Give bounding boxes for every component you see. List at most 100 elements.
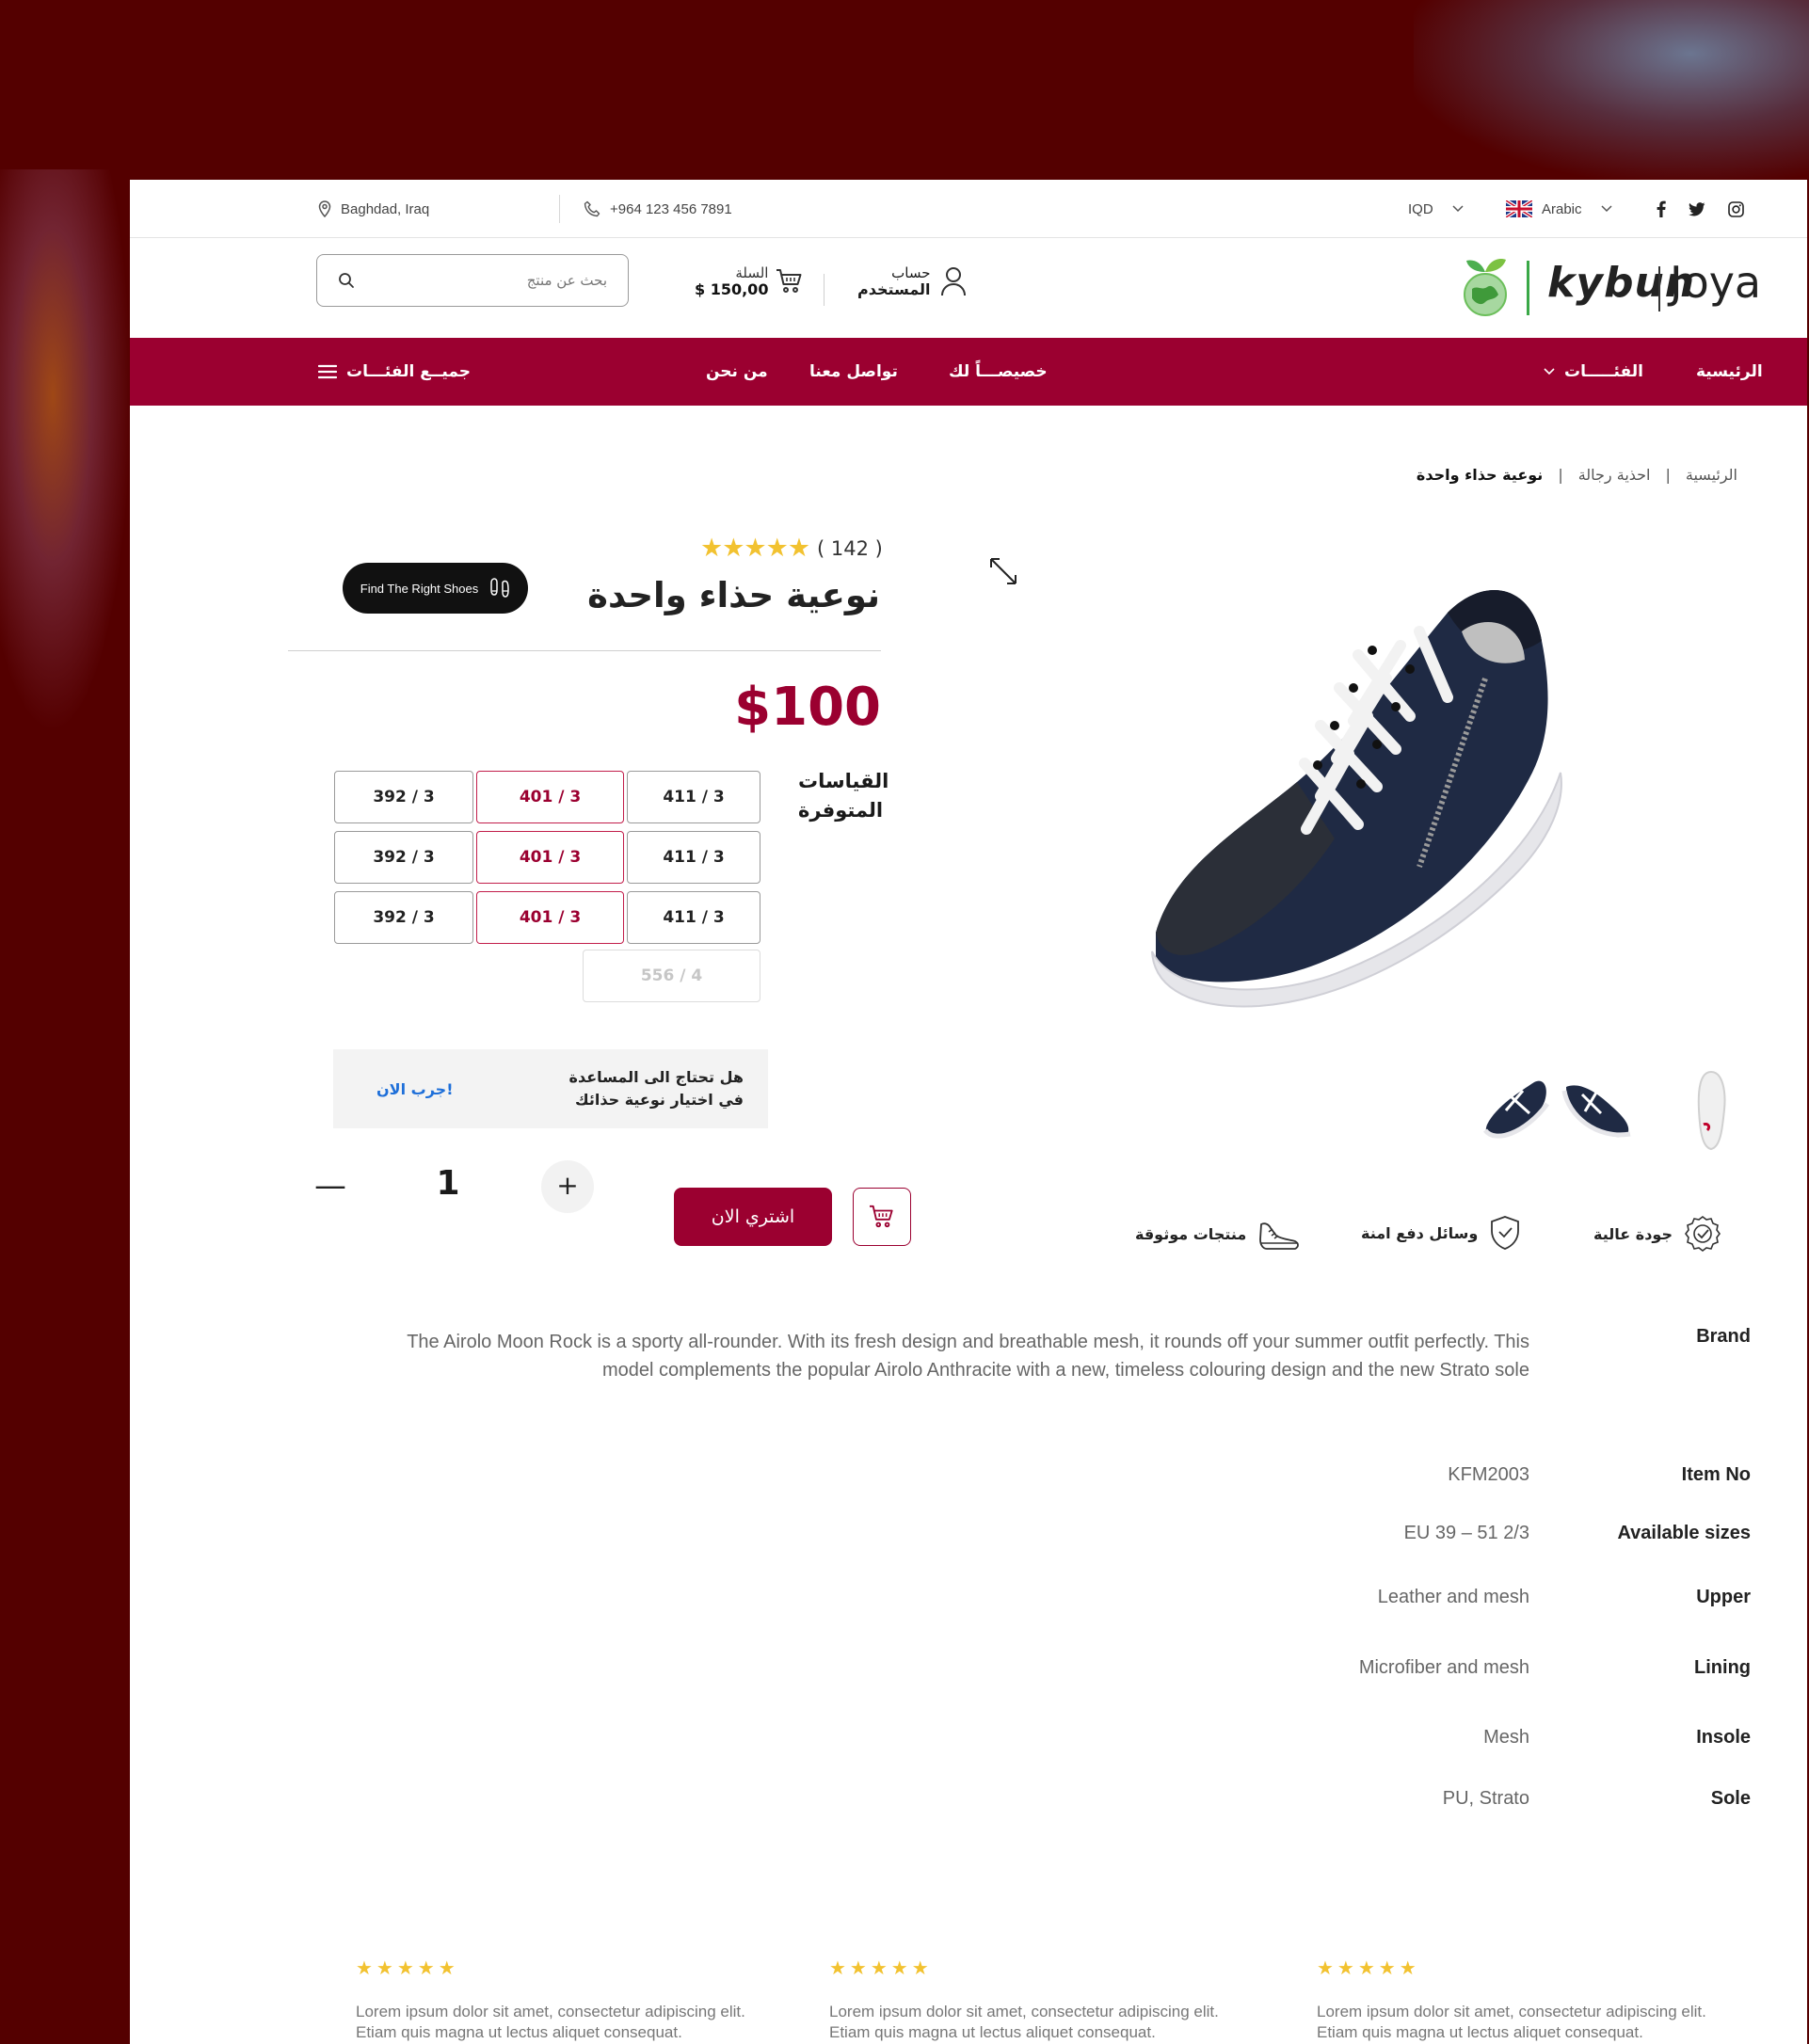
size-option-selected[interactable]: 401 / 3 [476,831,624,884]
size-option-disabled: 556 / 4 [583,950,760,1002]
product-title: نوعية حذاء واحدة [587,575,880,615]
review-stars: ★★★★★ [356,1956,459,1979]
try-now-link[interactable]: جرب الان! [376,1080,453,1098]
review-card: ★★★★★ Lorem ipsum dolor sit amet, consec… [356,1956,770,2043]
size-option[interactable]: 392 / 3 [334,831,473,884]
thumbnail-image[interactable] [1478,1068,1553,1153]
globe-logo-icon [1459,248,1512,323]
spec-lining-value: Microfiber and mesh [1358,1657,1529,1678]
find-right-shoes-button[interactable]: Find The Right Shoes [343,563,528,614]
social-links [1657,180,1744,238]
spec-item-no-value: KFM2003 [1448,1464,1529,1485]
top-bar: Baghdad, Iraq +964 123 456 7891 IQD Arab… [130,180,1807,238]
browser-page: Baghdad, Iraq +964 123 456 7891 IQD Arab… [130,180,1807,2044]
account-line2: المستخدم [857,280,931,298]
nav-categories[interactable]: الفئـــــات [1544,338,1643,406]
size-option-selected[interactable]: 401 / 3 [476,771,624,823]
logo-divider-green [1527,261,1529,315]
chevron-down-icon [1544,368,1555,375]
spec-upper-key: Upper [1696,1587,1751,1607]
size-option-selected[interactable]: 401 / 3 [476,891,624,944]
language-select[interactable]: Arabic [1506,180,1612,238]
add-to-cart-button[interactable] [853,1188,911,1246]
quality-badge-icon [1684,1215,1721,1253]
quantity-value[interactable]: 1 [429,1164,467,1203]
breadcrumb-home[interactable]: الرئيسية [1686,466,1737,484]
thumbnail-image[interactable] [1673,1068,1749,1153]
location-pin-icon [318,200,331,217]
product-price: $100 [734,677,881,738]
find-right-shoes-label: Find The Right Shoes [360,581,479,596]
feature-trusted-label: منتجات موثوقة [1135,1224,1247,1243]
sneaker-icon [1257,1215,1301,1253]
instagram-icon[interactable] [1728,200,1744,217]
nav-categories-label: الفئـــــات [1564,362,1643,381]
size-option[interactable]: 392 / 3 [334,771,473,823]
user-account[interactable]: حساب المستخدم [857,264,967,298]
help-line2: في اختيار نوعية حذائك [574,1091,744,1109]
background-glow-left [0,169,132,734]
nav-all-categories[interactable]: جميــع الفئـــات [318,338,471,406]
cart-icon [869,1205,895,1229]
nav-about-label: من نحن [706,362,768,381]
search-input[interactable] [355,272,607,289]
rating-count: ( 142 ) [817,536,883,560]
spec-brand-key: Brand [1696,1326,1751,1347]
rating-stars: ★★★★★ [700,534,810,563]
size-option[interactable]: 411 / 3 [627,891,760,944]
header-cart[interactable]: السلة $ 150,00 [695,264,804,298]
quantity-decrease-button[interactable]: — [314,1168,346,1206]
size-option[interactable]: 411 / 3 [627,771,760,823]
user-icon [940,266,967,296]
buy-now-button[interactable]: اشتري الان [674,1188,832,1246]
nav-about[interactable]: من نحن [706,338,768,406]
shield-check-icon [1489,1215,1521,1251]
thumbnail-image[interactable] [1559,1068,1634,1153]
spec-insole-value: Mesh [1483,1727,1529,1748]
spec-sole-key: Sole [1710,1788,1751,1809]
breadcrumb-current: نوعية حذاء واحدة [1416,466,1544,484]
nav-contact[interactable]: تواصل معنا [809,338,898,406]
feature-quality: جودة عالية [1593,1215,1721,1253]
search-icon[interactable] [338,272,355,289]
cart-summary: السلة $ 150,00 [695,264,768,298]
spec-upper-value: Leather and mesh [1377,1587,1529,1607]
nav-all-categories-label: جميــع الفئـــات [346,362,472,381]
expand-icon[interactable] [988,556,1018,586]
currency-select[interactable]: IQD [1408,180,1464,238]
spec-sizes-key: Available sizes [1617,1523,1751,1543]
chevron-down-icon [1601,205,1612,213]
quantity-increase-button[interactable]: + [541,1160,594,1213]
location-info: Baghdad, Iraq [318,180,429,238]
nav-special[interactable]: خصيصـــاً لك [949,338,1048,406]
facebook-icon[interactable] [1657,200,1666,217]
size-option[interactable]: 392 / 3 [334,891,473,944]
topbar-divider [559,195,560,223]
logo-divider-dark [1658,266,1660,311]
help-line1: هل تحتاج الى المساعدة [568,1068,744,1086]
twitter-icon[interactable] [1689,201,1705,216]
spec-brand-description: The Airolo Moon Rock is a sporty all-rou… [407,1332,1529,1381]
product-main-image[interactable] [1137,556,1579,1008]
size-help-box: جرب الان! هل تحتاج الى المساعدة في اختيا… [333,1049,768,1128]
phone-text: +964 123 456 7891 [610,200,732,217]
breadcrumb-separator: | [1665,466,1671,484]
logo-joya[interactable]: Joya [1670,257,1761,308]
account-text: حساب المستخدم [857,264,931,298]
spec-insole-key: Insole [1696,1727,1751,1748]
background-glow-right [1414,0,1809,179]
nav-home[interactable]: الرئيسية [1696,338,1763,406]
feature-payment-label: وسائل دفع امنة [1361,1223,1479,1242]
uk-flag-icon [1506,200,1532,217]
chevron-down-icon [1452,205,1464,213]
account-line1: حساب [891,264,931,281]
feature-secure-payment: وسائل دفع امنة [1361,1215,1521,1251]
main-nav: جميــع الفئـــات من نحن تواصل معنا خصيصـ… [130,338,1807,406]
search-box [316,254,629,307]
currency-value: IQD [1408,200,1433,217]
size-option[interactable]: 411 / 3 [627,831,760,884]
phone-info[interactable]: +964 123 456 7891 [584,180,732,238]
breadcrumb-category[interactable]: احذية رجالة [1578,466,1651,484]
title-divider [288,650,881,651]
nav-home-label: الرئيسية [1696,362,1763,381]
